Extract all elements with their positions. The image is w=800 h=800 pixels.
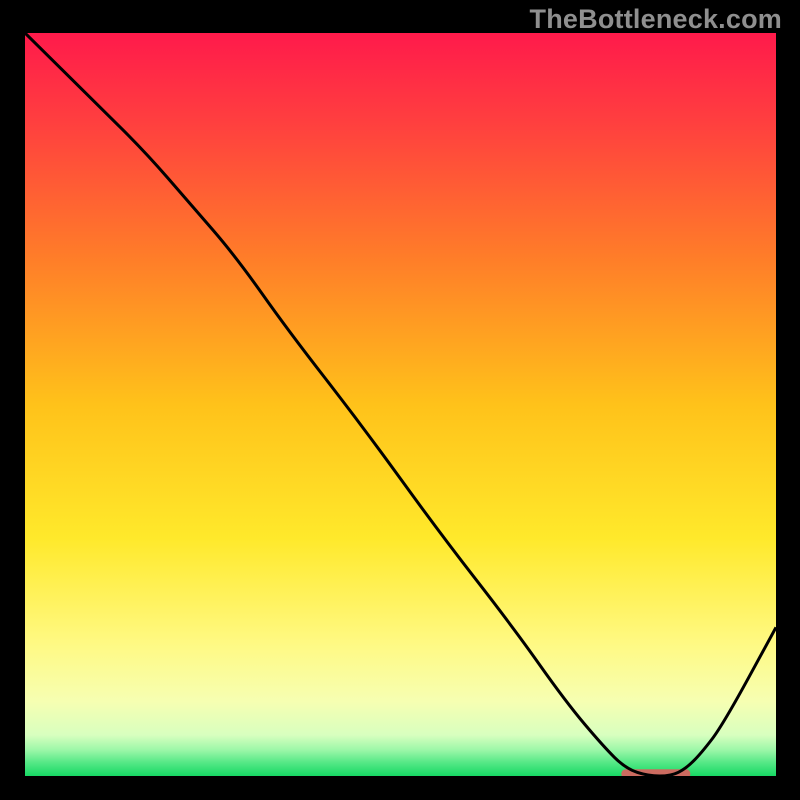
watermark-text: TheBottleneck.com xyxy=(530,4,782,35)
chart-frame: TheBottleneck.com xyxy=(0,0,800,800)
bottleneck-chart xyxy=(25,33,776,776)
